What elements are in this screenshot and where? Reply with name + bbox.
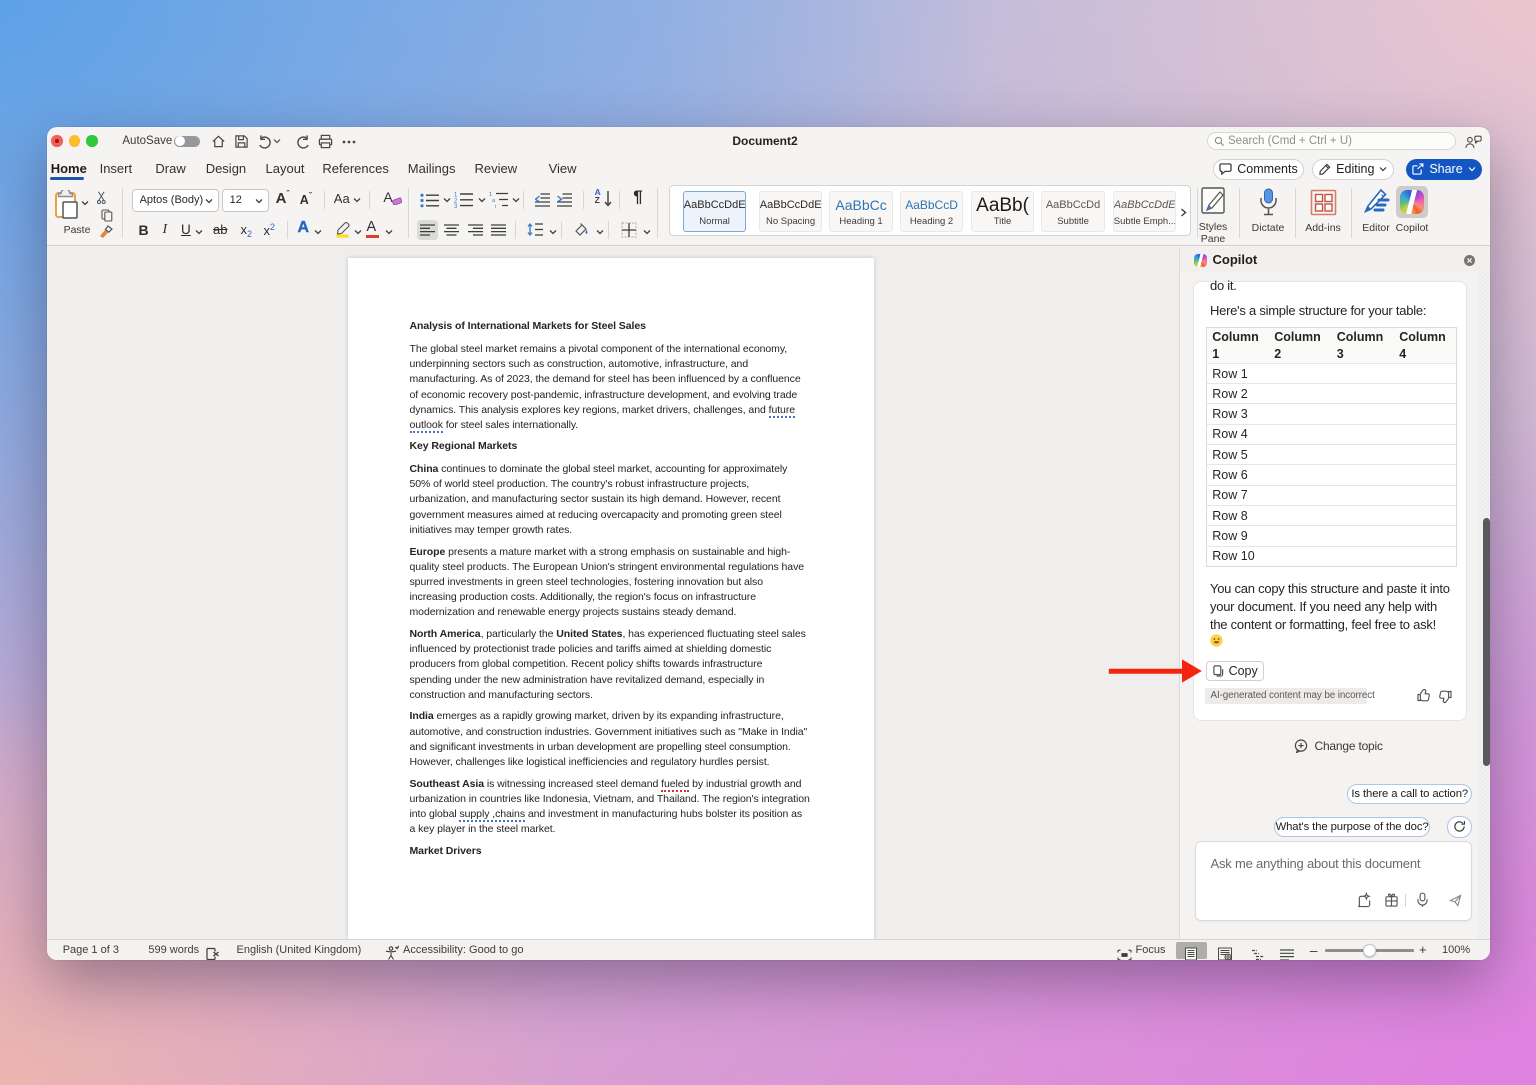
svg-text:i: i — [495, 204, 496, 208]
svg-text:3: 3 — [454, 204, 458, 208]
